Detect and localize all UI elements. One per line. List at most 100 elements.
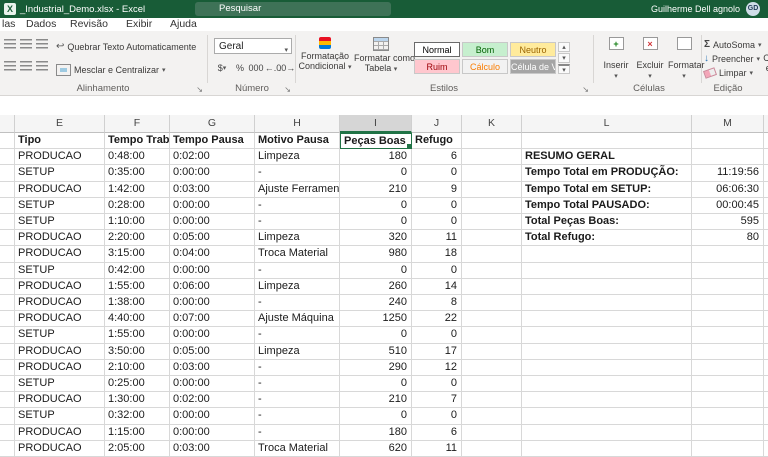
cell-L1[interactable] [522,133,692,150]
cell-N11[interactable] [764,295,768,312]
cell-G5[interactable]: 0:00:00 [170,197,255,214]
cell-K5[interactable] [462,197,522,214]
cell-G19[interactable]: 0:00:00 [170,424,255,441]
cell-J19[interactable]: 6 [412,424,462,441]
cell-M15[interactable] [692,359,764,376]
cell-J2[interactable]: 6 [412,149,462,166]
style-5[interactable]: Cálculo [462,59,508,74]
cell-G9[interactable]: 0:00:00 [170,262,255,279]
cell-D13[interactable] [0,327,15,344]
cell-D8[interactable] [0,246,15,263]
cell-F14[interactable]: 3:50:00 [105,343,170,360]
cell-J20[interactable]: 11 [412,440,462,457]
style-4[interactable]: Ruim [414,59,460,74]
tab-exibir[interactable]: Exibir [126,18,152,31]
cell-D16[interactable] [0,376,15,393]
cell-F10[interactable]: 1:55:00 [105,278,170,295]
align-middle-icon[interactable] [18,37,33,51]
cell-E17[interactable]: PRODUCAO [15,392,105,409]
cell-J11[interactable]: 8 [412,295,462,312]
cell-G6[interactable]: 0:00:00 [170,214,255,231]
cell-D17[interactable] [0,392,15,409]
cell-I9[interactable]: 0 [340,262,412,279]
cell-K18[interactable] [462,408,522,425]
cell-M18[interactable] [692,408,764,425]
cell-H9[interactable]: - [255,262,340,279]
comma-style-button[interactable]: 000 [248,61,264,75]
wrap-text-button[interactable]: ↩ Quebrar Texto Automaticamente [56,39,196,54]
cell-G13[interactable]: 0:00:00 [170,327,255,344]
cell-K4[interactable] [462,181,522,198]
cell-I15[interactable]: 290 [340,359,412,376]
cell-J14[interactable]: 17 [412,343,462,360]
cell-J7[interactable]: 11 [412,230,462,247]
cell-H17[interactable]: - [255,392,340,409]
cell-G1[interactable]: Tempo Pausa [170,133,255,150]
cell-H10[interactable]: Limpeza [255,278,340,295]
cell-K10[interactable] [462,278,522,295]
style-3[interactable]: Neutro [510,42,556,57]
cell-E2[interactable]: PRODUCAO [15,149,105,166]
cell-N15[interactable] [764,360,768,376]
decrease-decimal-button[interactable]: .0→ [279,61,296,75]
cell-L2[interactable]: RESUMO GERAL [522,149,692,166]
cell-F20[interactable]: 2:05:00 [105,440,170,457]
cell-H6[interactable]: - [255,214,340,231]
gallery-down-icon[interactable]: ▾ [558,53,570,63]
cell-D3[interactable] [0,165,15,182]
cell-G12[interactable]: 0:07:00 [170,311,255,328]
cell-M2[interactable] [692,149,764,166]
cell-N20[interactable] [764,441,768,457]
format-as-table-button[interactable]: Formatar como Tabela ▾ [354,35,415,75]
cell-H5[interactable]: - [255,197,340,214]
style-2[interactable]: Bom [462,42,508,57]
cell-N4[interactable] [764,182,768,198]
cell-I17[interactable]: 210 [340,392,412,409]
cell-K3[interactable] [462,165,522,182]
cell-M9[interactable] [692,262,764,279]
cell-M20[interactable] [692,440,764,457]
col-header-M[interactable]: M [692,115,764,133]
dialog-launcher-icon[interactable]: ↘ [196,85,203,94]
cell-N18[interactable] [764,408,768,425]
cell-N3[interactable] [764,165,768,182]
cell-E19[interactable]: PRODUCAO [15,424,105,441]
cell-F15[interactable]: 2:10:00 [105,359,170,376]
cell-F18[interactable]: 0:32:00 [105,408,170,425]
cell-E1[interactable]: Tipo [15,133,105,150]
cell-N10[interactable] [764,279,768,295]
align-bottom-icon[interactable] [34,37,49,51]
cell-L12[interactable] [522,311,692,328]
cell-M5[interactable]: 00:00:45 [692,197,764,214]
cell-I10[interactable]: 260 [340,278,412,295]
format-button[interactable]: Formatar ▾ [668,35,705,80]
cell-N1[interactable] [764,133,768,150]
cell-L16[interactable] [522,376,692,393]
cell-F1[interactable]: Tempo Trab. [105,133,170,150]
cell-F19[interactable]: 1:15:00 [105,424,170,441]
cell-E20[interactable]: PRODUCAO [15,440,105,457]
align-left-icon[interactable] [2,59,17,73]
cell-D4[interactable] [0,181,15,198]
clear-button[interactable]: Limpar ▾ [702,66,753,79]
cell-G11[interactable]: 0:00:00 [170,295,255,312]
cell-D12[interactable] [0,311,15,328]
cell-F6[interactable]: 1:10:00 [105,214,170,231]
col-header-K[interactable]: K [462,115,522,133]
search-input[interactable]: Pesquisar [195,2,391,16]
cell-I6[interactable]: 0 [340,214,412,231]
fill-button[interactable]: ↓ Preencher ▾ [704,52,760,65]
cell-H1[interactable]: Motivo Pausa [255,133,340,150]
cell-F2[interactable]: 0:48:00 [105,149,170,166]
cell-I5[interactable]: 0 [340,197,412,214]
cell-D7[interactable] [0,230,15,247]
cell-J4[interactable]: 9 [412,181,462,198]
cell-K14[interactable] [462,343,522,360]
col-header-J[interactable]: J [412,115,462,133]
cell-G16[interactable]: 0:00:00 [170,376,255,393]
cell-D11[interactable] [0,295,15,312]
autosum-button[interactable]: Σ AutoSoma ▾ [704,38,762,51]
cell-E11[interactable]: PRODUCAO [15,295,105,312]
cell-E13[interactable]: SETUP [15,327,105,344]
sort-filter-button[interactable]: AZ↓ Classificar e Filtrar ▾ [754,35,768,75]
